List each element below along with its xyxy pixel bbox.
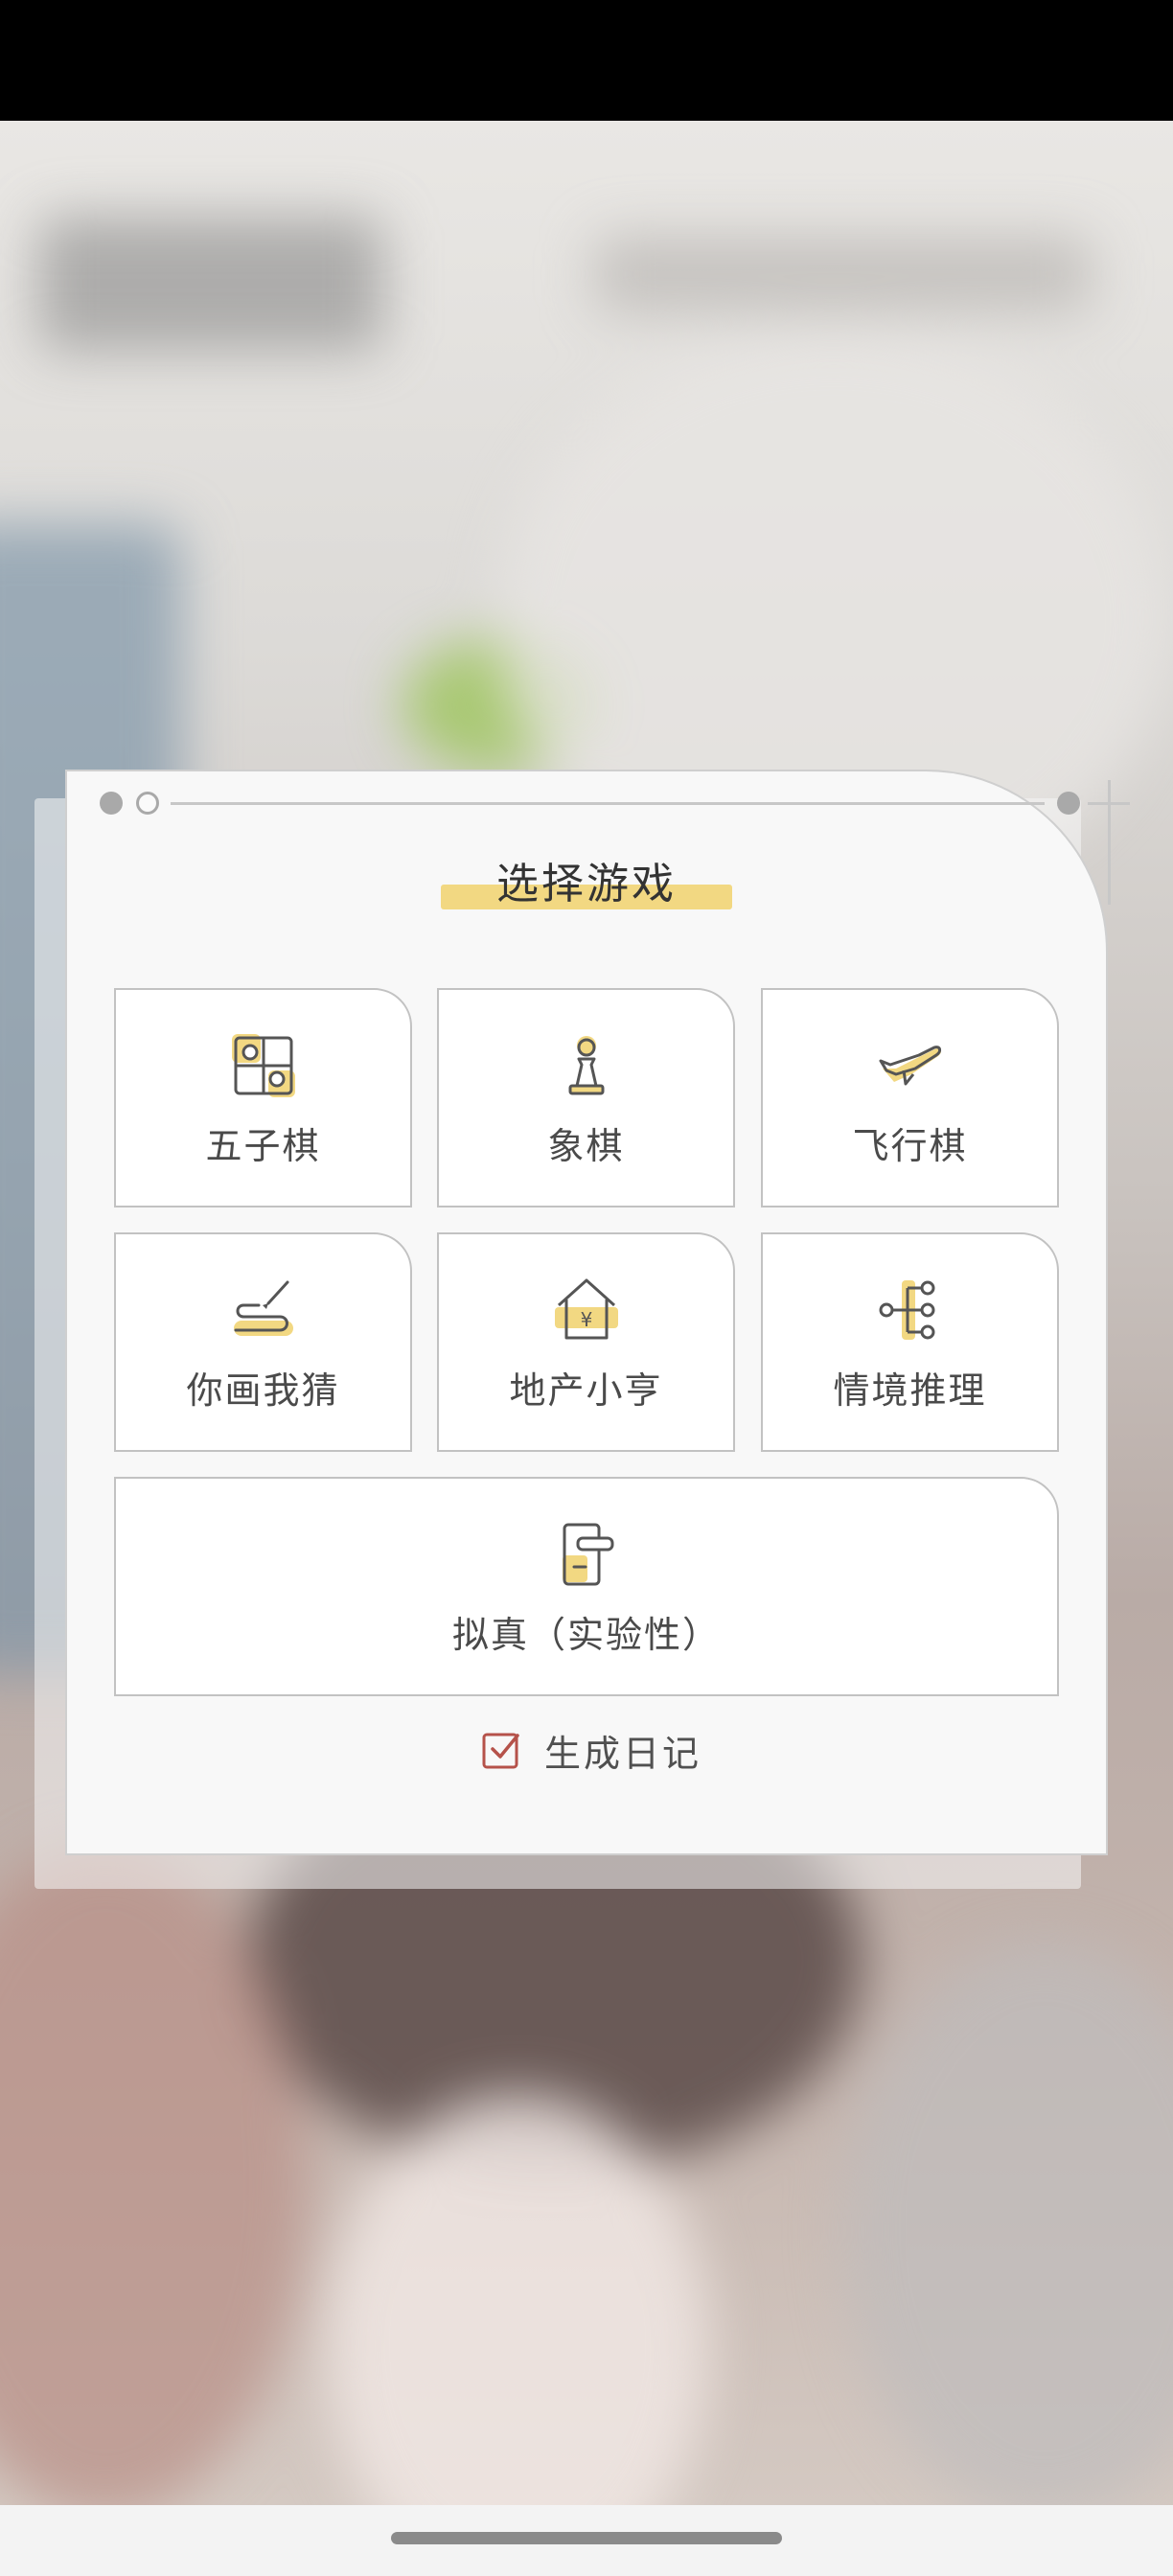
status-bar xyxy=(0,0,1173,121)
game-card-situational-reasoning[interactable]: 情境推理 xyxy=(761,1232,1059,1452)
decorative-ring xyxy=(136,792,159,815)
svg-text:¥: ¥ xyxy=(580,1308,592,1331)
game-card-gomoku[interactable]: 五子棋 xyxy=(114,988,412,1208)
mind-map-icon xyxy=(879,1280,934,1340)
gomoku-board-icon xyxy=(231,1034,295,1097)
decorative-line xyxy=(171,802,1045,805)
game-label: 你画我猜 xyxy=(186,1369,340,1412)
game-card-draw-guess[interactable]: 你画我猜 xyxy=(114,1232,412,1452)
door-phone-icon xyxy=(563,1523,614,1586)
checkbox-checked-icon[interactable] xyxy=(481,1730,521,1770)
game-label: 地产小亨 xyxy=(509,1369,663,1412)
home-indicator[interactable] xyxy=(391,2532,782,2544)
game-label: 拟真（实验性） xyxy=(451,1614,721,1656)
pencil-scribble-icon xyxy=(233,1280,293,1336)
game-label: 飞行棋 xyxy=(852,1125,968,1167)
house-yuan-icon: ¥ xyxy=(554,1278,618,1340)
airplane-icon xyxy=(879,1046,941,1086)
game-label: 五子棋 xyxy=(205,1125,321,1167)
game-card-realistic-experimental[interactable]: 拟真（实验性） xyxy=(114,1477,1059,1696)
generate-diary-toggle[interactable]: 生成日记 xyxy=(481,1726,702,1775)
game-card-property-tycoon[interactable]: ¥ 地产小亨 xyxy=(437,1232,735,1452)
generate-diary-label: 生成日记 xyxy=(544,1732,702,1775)
decorative-dot xyxy=(100,792,123,815)
game-card-chess[interactable]: 象棋 xyxy=(437,988,735,1208)
decorative-crosshair-vertical xyxy=(1108,780,1111,905)
chess-pawn-icon xyxy=(568,1036,604,1095)
dialog-title-block: 选择游戏 xyxy=(441,856,732,913)
dialog-title: 选择游戏 xyxy=(496,860,677,908)
game-card-flight-chess[interactable]: 飞行棋 xyxy=(761,988,1059,1208)
game-label: 情境推理 xyxy=(833,1369,987,1412)
game-label: 象棋 xyxy=(547,1125,625,1167)
decorative-dot-right xyxy=(1057,792,1080,815)
